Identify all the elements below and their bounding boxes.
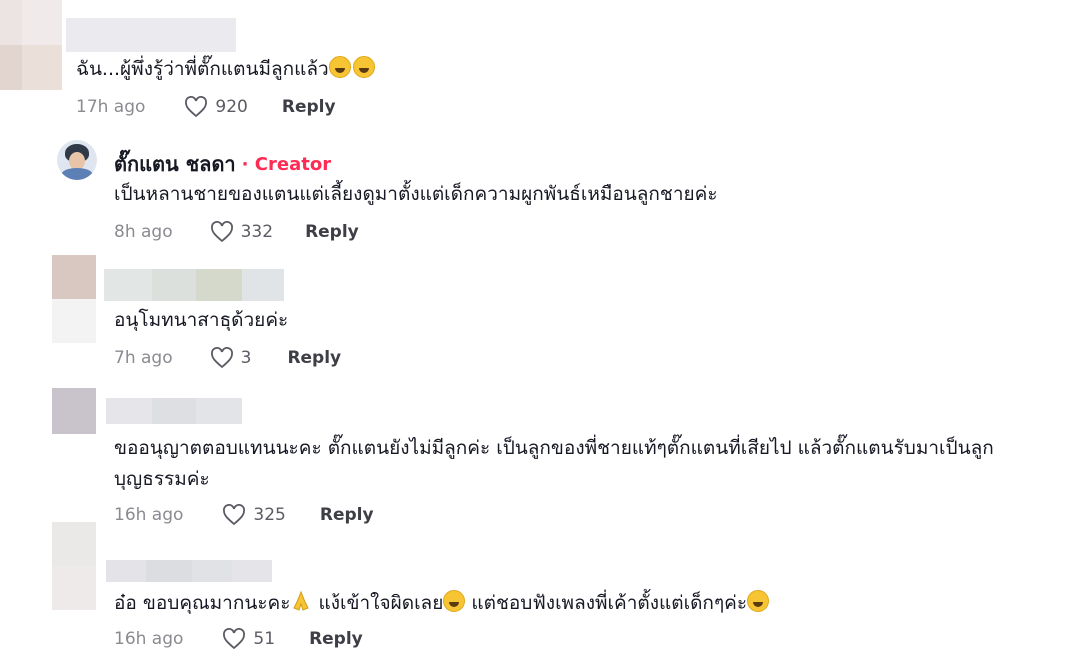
comment-text-line-1: ขออนุญาตตอบแทนนะคะ ตั๊กแตนยังไม่มีลูกค่ะ… xyxy=(114,437,994,459)
comment-meta: 16h ago 51 Reply xyxy=(114,626,363,652)
rofl-emoji xyxy=(352,56,375,78)
grinning-sweat-emoji xyxy=(443,590,466,612)
heart-icon xyxy=(210,347,233,369)
avatar-blurred[interactable] xyxy=(52,255,96,343)
like-button[interactable]: 51 xyxy=(221,628,275,650)
comment-text: อ๋อ ขอบคุณมากนะคะ แง้เข้าใจผิดเลย แต่ชอบ… xyxy=(114,588,770,619)
comment-text-line-2: บุญธรรมค่ะ xyxy=(114,468,210,490)
like-button[interactable]: 3 xyxy=(209,347,252,369)
creator-badge: · Creator xyxy=(241,153,332,175)
comment-time: 8h ago xyxy=(114,222,173,242)
comment-4: ขออนุญาตตอบแทนนะคะ ตั๊กแตนยังไม่มีลูกค่ะ… xyxy=(0,388,1089,528)
comment-text: อนุโมทนาสาธุด้วยค่ะ xyxy=(114,309,289,331)
comment-meta: 8h ago 332 Reply xyxy=(114,219,359,245)
avatar-blurred[interactable] xyxy=(0,0,62,90)
comment-time: 16h ago xyxy=(114,629,184,649)
creator-name-line: ตั๊กแตน ชลดา · Creator xyxy=(114,148,331,180)
grinning-face-emoji xyxy=(747,590,770,612)
username-blurred[interactable] xyxy=(106,560,272,582)
like-button[interactable]: 920 xyxy=(183,96,248,118)
comment-text: เป็นหลานชายของแตนแต่เลี้ยงดูมาตั้งแต่เด็… xyxy=(114,183,718,205)
heart-icon xyxy=(210,221,233,243)
username-blurred[interactable] xyxy=(104,269,284,301)
comment-meta: 7h ago 3 Reply xyxy=(114,345,341,371)
comment-3: อนุโมทนาสาธุด้วยค่ะ 7h ago 3 Reply xyxy=(0,255,1089,375)
comment-time: 17h ago xyxy=(76,97,146,117)
avatar-blurred[interactable] xyxy=(52,388,96,434)
comment-text: ฉัน...ผู้พึ่งรู้ว่าพี่ตั๊กแตนมีลูกแล้ว xyxy=(76,54,375,85)
author-name[interactable]: ตั๊กแตน ชลดา xyxy=(114,148,236,180)
avatar-blurred[interactable] xyxy=(52,522,96,610)
like-count: 920 xyxy=(215,97,248,117)
like-count: 332 xyxy=(240,222,274,242)
reply-button[interactable]: Reply xyxy=(305,222,359,242)
grinning-sweat-emoji xyxy=(328,56,351,78)
heart-icon xyxy=(223,628,246,650)
like-count: 3 xyxy=(240,348,252,368)
comment-5: อ๋อ ขอบคุณมากนะคะ แง้เข้าใจผิดเลย แต่ชอบ… xyxy=(0,522,1089,657)
comment-time: 7h ago xyxy=(114,348,173,368)
comment-2: ตั๊กแตน ชลดา · Creator เป็นหลานชายของแตน… xyxy=(0,130,1089,250)
heart-icon xyxy=(185,96,208,118)
comment-meta: 17h ago 920 Reply xyxy=(76,94,336,120)
folded-hands-emoji xyxy=(293,590,310,611)
username-blurred[interactable] xyxy=(106,398,242,424)
like-button[interactable]: 332 xyxy=(209,221,273,243)
username-blurred[interactable] xyxy=(66,18,236,52)
like-count: 51 xyxy=(253,629,276,649)
comment-1: ฉัน...ผู้พึ่งรู้ว่าพี่ตั๊กแตนมีลูกแล้ว 1… xyxy=(0,0,1089,120)
reply-button[interactable]: Reply xyxy=(282,97,336,117)
reply-button[interactable]: Reply xyxy=(309,629,363,649)
reply-button[interactable]: Reply xyxy=(287,348,341,368)
creator-avatar[interactable] xyxy=(57,140,97,180)
